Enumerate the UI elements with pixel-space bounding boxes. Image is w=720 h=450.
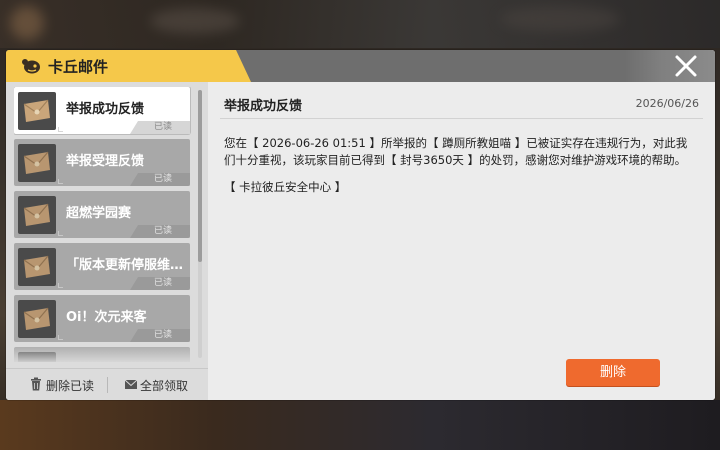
mail-list-item[interactable]: 举报受理反馈 已读 — [14, 139, 190, 186]
mail-mascot-icon — [22, 59, 40, 74]
background-blob — [500, 6, 620, 32]
claim-all-label: 全部领取 — [140, 379, 189, 393]
read-status-badge: 已读 — [130, 121, 190, 134]
close-area — [625, 50, 715, 82]
mail-list-footer: 删除已读 全部领取 — [6, 368, 208, 400]
delete-button[interactable]: 删除 — [566, 359, 660, 386]
mail-thumbnail — [18, 144, 56, 182]
read-status-badge: 已读 — [130, 173, 190, 186]
item-corner-mark — [58, 335, 63, 340]
envelope-icon — [23, 307, 50, 330]
mail-item-title: 举报受理反馈 — [66, 154, 145, 169]
game-background-bottom — [0, 400, 720, 450]
mail-signature: 【 卡拉彼丘安全中心 】 — [224, 180, 347, 194]
footer-divider — [107, 377, 108, 393]
read-status-badge: 已读 — [130, 225, 190, 238]
mail-thumbnail — [18, 300, 56, 338]
envelope-icon — [23, 99, 50, 122]
envelope-icon — [23, 255, 50, 278]
mail-thumbnail — [18, 92, 56, 130]
mail-item-title: 「版本更新停服维护… — [66, 258, 186, 273]
mail-list-item[interactable]: 举报成功反馈 已读 — [14, 87, 190, 134]
background-blob — [10, 6, 44, 40]
read-status-badge: 已读 — [130, 329, 190, 342]
dialog-titlebar: 卡丘邮件 — [6, 50, 715, 82]
mail-body: 您在【 2026-06-26 01:51 】所举报的【 蹲厕所教姐喵 】已被证实… — [224, 136, 688, 167]
envelope-icon — [23, 203, 50, 226]
dialog-title: 卡丘邮件 — [48, 58, 109, 76]
list-fade — [14, 344, 194, 364]
mail-list-item[interactable]: 超燃学园赛 已读 — [14, 191, 190, 238]
read-status-badge: 已读 — [130, 277, 190, 290]
background-blob — [150, 8, 240, 34]
mail-item-title: 超燃学园赛 — [66, 206, 132, 221]
item-corner-mark — [58, 127, 63, 132]
trash-icon — [31, 377, 41, 391]
envelope-icon — [23, 151, 50, 174]
mail-dialog: 卡丘邮件 举报成功反馈 已读 举报受理反馈 已读 超燃学园赛 已读 「版本更新停… — [6, 50, 715, 400]
mail-title: 举报成功反馈 — [224, 99, 303, 114]
list-scrollbar[interactable] — [198, 90, 202, 358]
item-corner-mark — [58, 283, 63, 288]
item-corner-mark — [58, 179, 63, 184]
title-tab — [6, 50, 251, 82]
mail-thumbnail — [18, 196, 56, 234]
close-icon[interactable] — [673, 53, 699, 79]
header-divider — [220, 118, 703, 119]
mail-item-title: Oi！次元来客 — [66, 310, 147, 325]
claim-all-button[interactable]: 全部领取 — [124, 375, 196, 395]
mail-item-title: 举报成功反馈 — [66, 102, 145, 117]
delete-read-button[interactable]: 删除已读 — [30, 375, 102, 395]
mail-list-panel: 举报成功反馈 已读 举报受理反馈 已读 超燃学园赛 已读 「版本更新停服维护… … — [6, 82, 208, 400]
envelope-icon — [124, 379, 138, 389]
mail-content-panel: 举报成功反馈 2026/06/26 您在【 2026-06-26 01:51 】… — [208, 82, 715, 400]
mail-date: 2026/06/26 — [635, 97, 699, 110]
mail-list-item[interactable]: 「版本更新停服维护… 已读 — [14, 243, 190, 290]
mail-thumbnail — [18, 248, 56, 286]
mail-list-item[interactable]: Oi！次元来客 已读 — [14, 295, 190, 342]
scrollbar-thumb[interactable] — [198, 90, 202, 262]
item-corner-mark — [58, 231, 63, 236]
mail-list: 举报成功反馈 已读 举报受理反馈 已读 超燃学园赛 已读 「版本更新停服维护… … — [14, 87, 194, 362]
delete-read-label: 删除已读 — [46, 379, 95, 393]
